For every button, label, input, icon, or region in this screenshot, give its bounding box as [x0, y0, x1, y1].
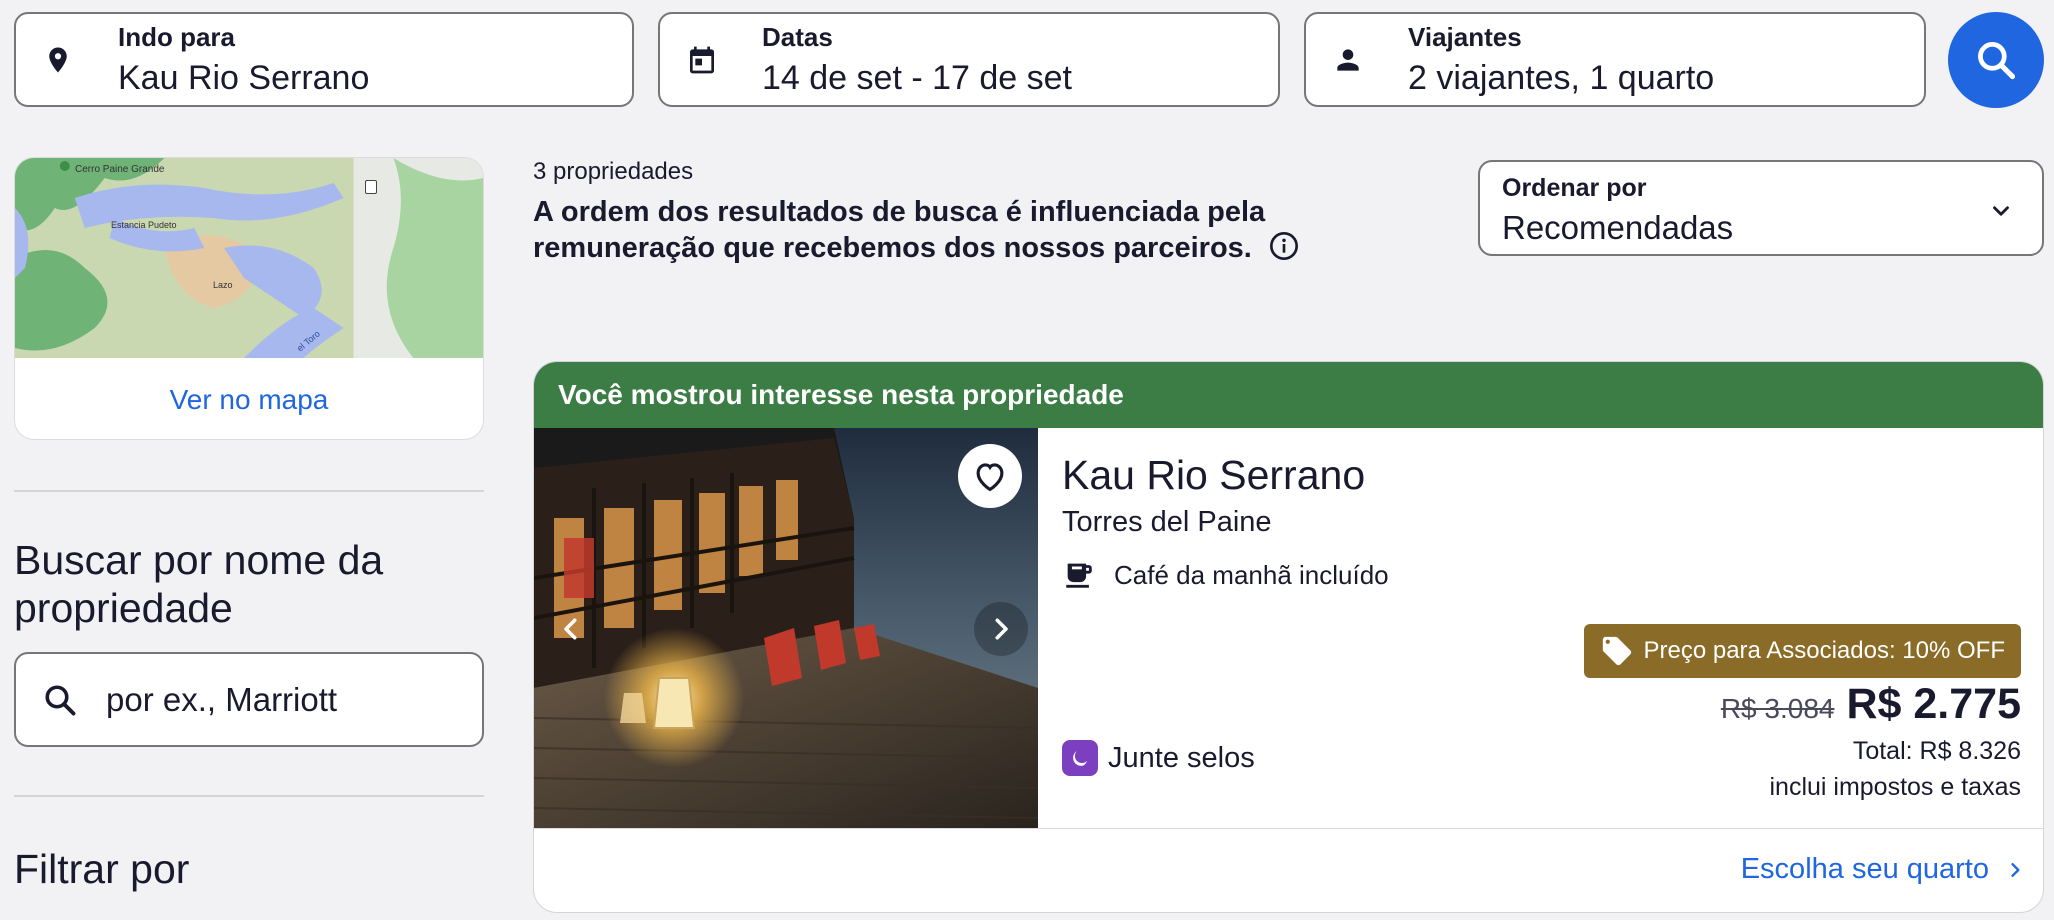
next-photo-button[interactable]: [974, 602, 1028, 656]
tag-icon: [1602, 636, 1631, 666]
name-search-input[interactable]: [106, 680, 446, 719]
person-icon: [1332, 44, 1364, 76]
divider: [14, 795, 484, 797]
dates-label: Datas: [762, 21, 833, 52]
dates-field[interactable]: Datas 14 de set - 17 de set: [658, 12, 1280, 107]
taxes-note: inclui impostos e taxas: [1769, 773, 2021, 801]
filter-title: Filtrar por: [14, 846, 190, 892]
discounted-price: R$ 2.775: [1846, 680, 2021, 728]
dates-value: 14 de set - 17 de set: [762, 58, 1072, 97]
destination-value: Kau Rio Serrano: [118, 58, 370, 97]
travelers-value: 2 viajantes, 1 quarto: [1408, 58, 1715, 97]
choose-room-label: Escolha seu quarto: [1740, 853, 1989, 885]
original-price: R$ 3.084: [1720, 693, 1835, 724]
map-place-label: Estancia Pudeto: [111, 220, 177, 230]
view-on-map-link[interactable]: Ver no mapa: [15, 358, 483, 439]
price-row: R$ 3.084 R$ 2.775: [1721, 680, 2021, 729]
moon-icon: [1062, 740, 1098, 776]
name-search-box[interactable]: [14, 652, 484, 747]
map-thumbnail[interactable]: [15, 158, 483, 358]
total-price: Total: R$ 8.326: [1852, 737, 2021, 765]
search-icon: [45, 684, 76, 715]
stamps-label: Junte selos: [1108, 741, 1255, 774]
favorite-button[interactable]: [958, 444, 1022, 508]
chevron-left-icon: [564, 618, 577, 640]
info-icon[interactable]: [1268, 230, 1300, 262]
map-pin-icon: [42, 44, 74, 76]
destination-field[interactable]: Indo para Kau Rio Serrano: [14, 12, 634, 107]
map-card[interactable]: Cerro Paine Grande Estancia Pudeto Lazo …: [14, 157, 484, 440]
property-location: Torres del Paine: [1062, 506, 1272, 538]
ranking-disclaimer: A ordem dos resultados de busca é influe…: [533, 194, 1453, 266]
sort-label: Ordenar por: [1502, 174, 1647, 202]
stamps-item: Junte selos: [1062, 740, 1255, 776]
card-footer: Escolha seu quarto: [534, 828, 2043, 912]
previous-photo-button[interactable]: [544, 602, 598, 656]
coffee-cup-icon: [1066, 563, 1092, 588]
member-price-label: Preço para Associados: 10% OFF: [1643, 637, 2006, 664]
property-name[interactable]: Kau Rio Serrano: [1062, 452, 1365, 499]
map-place-label: Lazo: [213, 280, 233, 290]
amenity-item: Café da manhã incluído: [1062, 558, 1389, 592]
chevron-right-icon: [2011, 862, 2020, 877]
map-place-label: Cerro Paine Grande: [75, 164, 165, 175]
sort-select[interactable]: Ordenar por Recomendadas: [1478, 160, 2044, 256]
property-card[interactable]: Você mostrou interesse nesta propriedade: [533, 361, 2044, 913]
travelers-label: Viajantes: [1408, 21, 1522, 52]
choose-room-link[interactable]: Escolha seu quarto: [1741, 853, 2025, 886]
heart-icon: [976, 463, 1004, 492]
name-search-title: Buscar por nome da propriedade: [14, 537, 384, 631]
search-button[interactable]: [1948, 12, 2044, 108]
amenity-label: Café da manhã incluído: [1114, 559, 1389, 590]
chevron-right-icon: [995, 618, 1008, 640]
calendar-icon: [686, 44, 718, 76]
disclaimer-text: A ordem dos resultados de busca é influe…: [533, 196, 1266, 264]
results-count: 3 propriedades: [533, 158, 694, 185]
chevron-down-icon: [1993, 206, 2009, 216]
interest-banner: Você mostrou interesse nesta propriedade: [534, 362, 2043, 428]
hotel-marker-icon[interactable]: [365, 180, 377, 194]
sort-value: Recomendadas: [1502, 209, 1734, 246]
search-icon: [1978, 42, 2016, 80]
divider: [14, 490, 484, 492]
destination-label: Indo para: [118, 21, 236, 52]
member-price-badge: Preço para Associados: 10% OFF: [1583, 624, 2021, 678]
travelers-field[interactable]: Viajantes 2 viajantes, 1 quarto: [1304, 12, 1926, 107]
